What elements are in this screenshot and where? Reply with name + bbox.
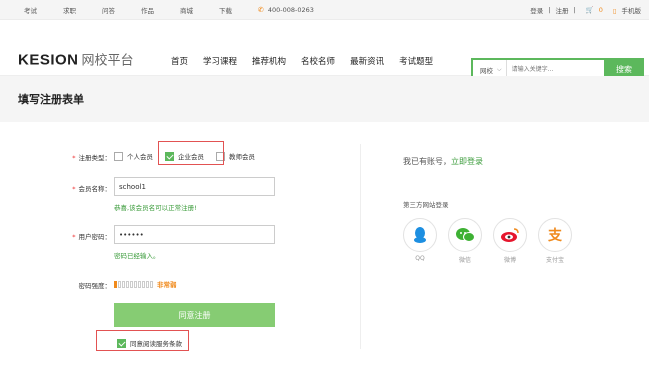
qq-login[interactable]: QQ [403,218,437,264]
top-nav: 考试 求职 问答 作品 商城 下载 ✆ 400-008-0263 [24,0,366,20]
qq-icon[interactable] [403,218,437,252]
registration-type-label-text: 注册类型： [78,154,112,162]
hotline-number: 400-008-0263 [267,6,314,14]
top-nav-download[interactable]: 下载 [219,5,232,15]
checkbox[interactable] [114,151,123,161]
logo-main: KESION [18,51,79,69]
member-name-hint: 恭喜,该会员名可以正常注册! [114,204,197,212]
strength-text: 非常弱 [157,281,177,289]
register-link[interactable]: 注册 [555,5,568,15]
separator: | [573,6,576,14]
weibo-label: 微博 [503,257,516,264]
password-value: •••••• [119,230,144,239]
type-option-personal[interactable]: 个人会员 [114,151,153,161]
third-party-login-title: 第三方网站登录 [403,201,449,209]
top-nav-works[interactable]: 作品 [141,5,154,15]
highlight-box [158,141,224,165]
weibo-icon-glyph [501,228,519,242]
member-name-label-text: 会员名称： [78,185,112,193]
member-name-input[interactable]: school1 [114,177,275,196]
strength-bar [114,280,117,288]
strength-bar [130,280,133,288]
wechat-login[interactable]: 微信 [448,218,482,264]
alipay-label: 支付宝 [545,257,564,264]
hotline: ✆ 400-008-0263 [258,6,340,14]
separator: | [548,6,551,14]
required-mark: * [72,154,76,162]
member-name-label: * 会员名称： [51,183,111,193]
password-label: * 用户密码： [51,231,111,241]
nav-news[interactable]: 最新资讯 [350,55,384,67]
strength-bar [122,280,125,288]
third-party-login-list: QQ 微信 微博 支 支付宝 [403,218,583,264]
weibo-login[interactable]: 微博 [493,218,527,264]
mobile-link[interactable]: ▯ 手机版 [608,5,641,15]
strength-bar [126,280,129,288]
qq-label: QQ [415,255,425,262]
cart-link[interactable]: 🛒 0 [581,6,603,14]
site-header: KESION 网校平台 首页 学习课程 推荐机构 名校名师 最新资讯 考试题型 网… [0,20,649,81]
have-account-text: 我已有账号， [403,157,451,166]
required-mark: * [72,233,76,241]
strength-bar [146,280,149,288]
password-input[interactable]: •••••• [114,225,275,244]
highlight-box [96,330,189,351]
page-title: 填写注册表单 [18,93,84,106]
nav-teachers[interactable]: 名校名师 [301,55,335,67]
type-option-label: 个人会员 [127,153,153,161]
chevron-down-icon: ⌵ [497,65,502,73]
password-strength-label: 密码强度： [78,282,112,290]
registration-form: * 注册类型： 个人会员 企业会员 教师会员 * 会员名称： school1 恭喜,… [0,122,649,365]
top-utility-bar: 考试 求职 问答 作品 商城 下载 ✆ 400-008-0263 登录 | 注册… [0,0,649,20]
login-link[interactable]: 登录 [530,5,543,15]
member-name-value: school1 [119,182,146,191]
column-divider [360,144,361,349]
search-scope-label: 网校 [480,66,493,75]
strength-bar [150,280,153,288]
site-logo[interactable]: KESION 网校平台 [18,50,134,69]
password-hint: 密码已经输入。 [114,252,160,260]
strength-bar [134,280,137,288]
have-account-line: 我已有账号，立即登录 [403,156,483,167]
wechat-icon[interactable] [448,218,482,252]
qq-icon-glyph [414,227,426,243]
strength-bar [118,280,121,288]
top-nav-exam[interactable]: 考试 [24,5,37,15]
alipay-icon[interactable]: 支 [538,218,572,252]
nav-exam-types[interactable]: 考试题型 [399,55,433,67]
password-strength-meter: 非常弱 [114,279,177,289]
top-nav-jobs[interactable]: 求职 [63,5,76,15]
agree-register-button[interactable]: 同意注册 [114,303,275,327]
nav-courses[interactable]: 学习课程 [203,55,237,67]
top-nav-qa[interactable]: 问答 [102,5,115,15]
login-now-link[interactable]: 立即登录 [451,157,483,166]
cart-icon: 🛒 [585,6,594,14]
weibo-icon[interactable] [493,218,527,252]
nav-institutions[interactable]: 推荐机构 [252,55,286,67]
required-mark: * [72,185,76,193]
top-right-links: 登录 | 注册 | 🛒 0 ▯ 手机版 [525,0,641,20]
wechat-icon-glyph [456,228,475,242]
logo-sub: 网校平台 [81,52,134,68]
password-label-text: 用户密码： [78,233,112,241]
alipay-login[interactable]: 支 支付宝 [538,218,572,264]
wechat-label: 微信 [458,257,471,264]
registration-type-label: * 注册类型： [51,152,111,162]
top-nav-mall[interactable]: 商城 [180,5,193,15]
type-option-label: 教师会员 [229,153,255,161]
strength-bar [142,280,145,288]
main-nav: 首页 学习课程 推荐机构 名校名师 最新资讯 考试题型 [171,55,448,67]
mobile-label: 手机版 [621,7,642,15]
cart-count: 0 [598,6,603,14]
page-title-bar: 填写注册表单 [0,76,649,122]
strength-bar [138,280,141,288]
phone-icon: ✆ [258,6,264,14]
mobile-icon: ▯ [612,7,617,15]
nav-home[interactable]: 首页 [171,55,188,67]
